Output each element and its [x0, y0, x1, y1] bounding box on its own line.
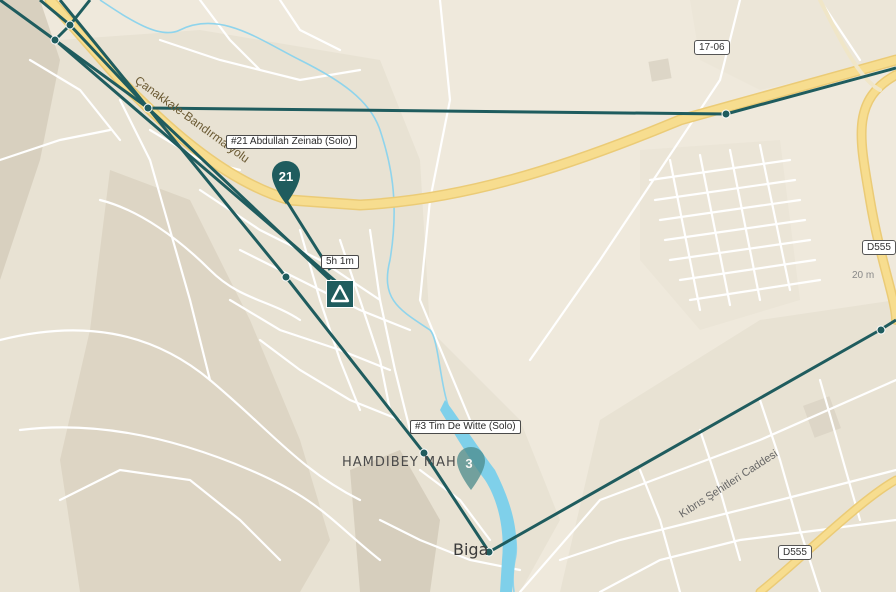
waypoint-dot[interactable]: [143, 103, 153, 113]
waypoint-dot[interactable]: [281, 272, 291, 282]
waypoint-dot[interactable]: [50, 35, 60, 45]
campsite-marker[interactable]: [326, 280, 354, 308]
building-block: [648, 58, 672, 82]
rider-label-21[interactable]: #21 Abdullah Zeinab (Solo): [226, 135, 357, 149]
map-canvas[interactable]: Çanakkale-Bandırma yolu Kıbrıs Şehitleri…: [0, 0, 896, 592]
rider-pin-3[interactable]: 3: [455, 446, 487, 492]
rider-label-3[interactable]: #3 Tim De Witte (Solo): [410, 420, 521, 434]
waypoint-dot[interactable]: [65, 20, 75, 30]
tent-icon: [330, 284, 350, 303]
place-label-biga: Biga: [453, 540, 489, 559]
road-shield-17-06: 17-06: [694, 40, 730, 55]
time-label: 5h 1m: [321, 255, 359, 269]
elevation-label: 20 m: [852, 270, 874, 281]
waypoint-dot[interactable]: [876, 325, 886, 335]
road-shield-d555: D555: [862, 240, 896, 255]
rider-pin-21-number: 21: [279, 169, 293, 184]
place-label-hamdibey: HAMDIBEY MAH: [342, 455, 457, 470]
rider-pin-21[interactable]: 21: [271, 160, 301, 206]
rider-pin-3-number: 3: [465, 456, 472, 471]
waypoint-dot[interactable]: [721, 109, 731, 119]
road-shield-d555: D555: [778, 545, 812, 560]
map-view[interactable]: Çanakkale-Bandırma yolu Kıbrıs Şehitleri…: [0, 0, 896, 592]
